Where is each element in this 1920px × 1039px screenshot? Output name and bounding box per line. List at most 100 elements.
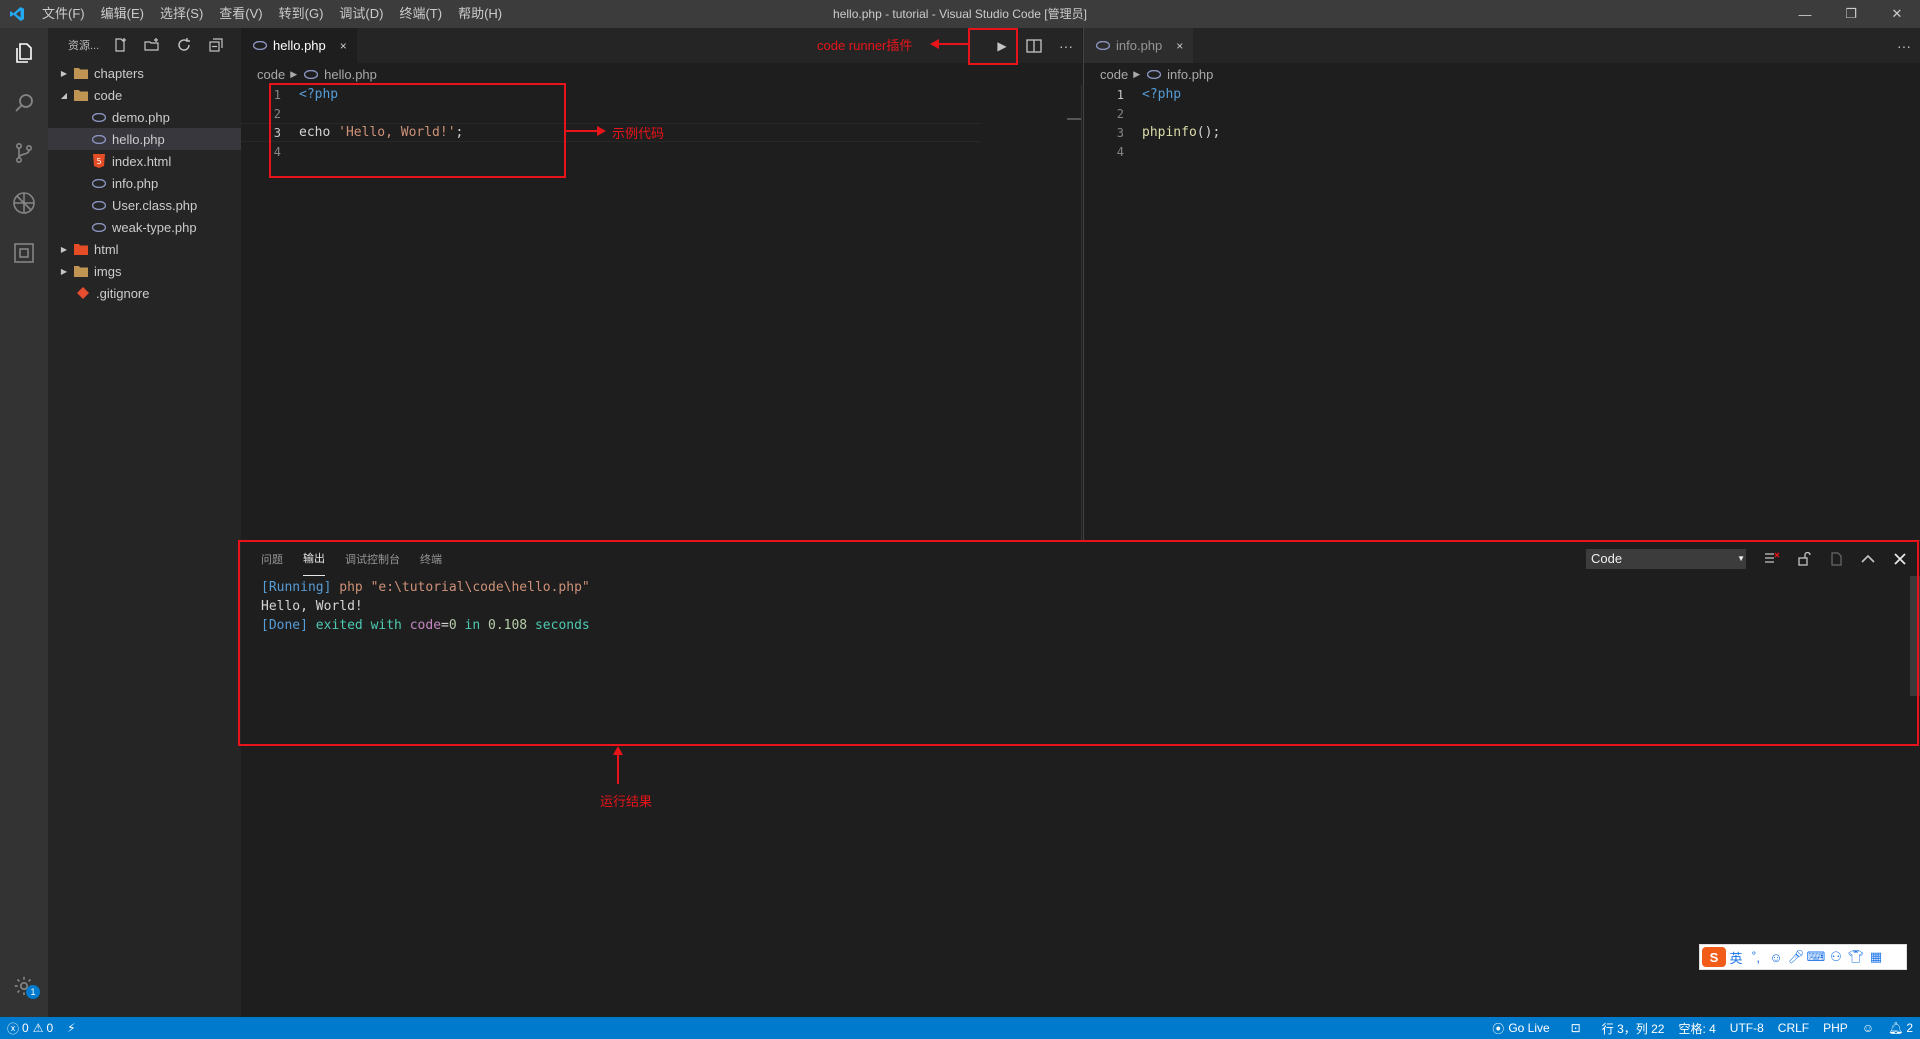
tree-file-info[interactable]: info.php <box>48 172 241 194</box>
breadcrumb-file[interactable]: info.php <box>1167 67 1213 82</box>
window-controls: — ❐ ✕ <box>1782 0 1920 28</box>
breadcrumb-folder[interactable]: code <box>257 67 285 82</box>
chevron-right-icon: ▶ <box>60 266 68 276</box>
tree-file-gitignore[interactable]: .gitignore <box>48 282 241 304</box>
annotation-arrow-right-icon <box>566 126 606 136</box>
explorer-sidebar: 资源... ▶ chapters ◢ code demo.php hello.p… <box>48 28 241 1017</box>
minimap-slider[interactable] <box>1067 118 1081 120</box>
user-icon[interactable]: ⚇ <box>1826 947 1846 967</box>
annotation-code-runner: code runner插件 <box>817 38 913 53</box>
breadcrumb-folder[interactable]: code <box>1100 67 1128 82</box>
skin-icon[interactable]: 👕︎ <box>1846 947 1866 967</box>
new-folder-icon[interactable] <box>141 34 163 56</box>
tree-file-demo[interactable]: demo.php <box>48 106 241 128</box>
menu-selection[interactable]: 选择(S) <box>152 0 211 28</box>
debug-icon[interactable] <box>0 178 48 228</box>
refresh-icon[interactable] <box>173 34 195 56</box>
encoding-status[interactable]: UTF-8 <box>1723 1017 1771 1039</box>
tree-item-label: weak-type.php <box>112 219 197 235</box>
php-file-icon <box>90 112 108 122</box>
notification-count: 2 <box>1906 1021 1913 1035</box>
annotation-box-run-button <box>968 28 1018 65</box>
lightning-icon[interactable]: ⚡ <box>60 1017 82 1039</box>
close-window-button[interactable]: ✕ <box>1874 0 1920 28</box>
menu-edit[interactable]: 编辑(E) <box>93 0 152 28</box>
tree-item-label: hello.php <box>112 131 165 147</box>
php-file-icon <box>1094 41 1112 50</box>
tree-file-user-class[interactable]: User.class.php <box>48 194 241 216</box>
line-number: 4 <box>1116 144 1124 159</box>
settings-gear-icon[interactable]: 1 <box>0 961 48 1011</box>
menu-help[interactable]: 帮助(H) <box>450 0 510 28</box>
vertical-scrollbar[interactable] <box>1081 85 1082 540</box>
more-actions-icon[interactable]: ··· <box>1888 28 1920 63</box>
tab-info-php[interactable]: info.php × <box>1084 28 1194 63</box>
line-number: 2 <box>1116 106 1124 121</box>
terminal-status-icon[interactable]: ⊡ <box>1557 1017 1595 1039</box>
extensions-icon[interactable] <box>0 228 48 278</box>
restore-button[interactable]: ❐ <box>1828 0 1874 28</box>
code-editor[interactable]: 1 <?php 2 3 phpinfo(); 4 <box>1084 85 1920 161</box>
tree-item-label: chapters <box>94 65 144 81</box>
tab-hello-php[interactable]: hello.php × <box>241 28 357 63</box>
new-file-icon[interactable] <box>109 34 131 56</box>
svg-text:5: 5 <box>96 157 101 166</box>
split-editor-icon[interactable] <box>1018 28 1050 63</box>
error-count: 0 <box>22 1021 29 1035</box>
tree-folder-imgs[interactable]: ▶ imgs <box>48 260 241 282</box>
tab-close-icon[interactable]: × <box>1176 39 1183 53</box>
go-live-button[interactable]: ⦿ Go Live <box>1485 1017 1556 1039</box>
punctuation-icon[interactable]: ˚, <box>1746 947 1766 967</box>
tab-close-icon[interactable]: × <box>340 39 347 53</box>
microphone-icon[interactable]: 🎤︎ <box>1786 947 1806 967</box>
minimize-button[interactable]: — <box>1782 0 1828 28</box>
php-file-icon <box>90 178 108 188</box>
tree-file-weak-type[interactable]: weak-type.php <box>48 216 241 238</box>
ime-language-toggle[interactable]: 英 <box>1726 947 1746 967</box>
menu-file[interactable]: 文件(F) <box>34 0 93 28</box>
php-file-icon <box>90 200 108 210</box>
menu-view[interactable]: 查看(V) <box>211 0 270 28</box>
vscode-logo-icon <box>0 0 34 28</box>
code-line: 4 <box>1084 142 1920 161</box>
php-file-icon <box>90 222 108 232</box>
tree-file-hello[interactable]: hello.php <box>48 128 241 150</box>
line-number: 3 <box>1116 125 1124 140</box>
menu-bar: 文件(F) 编辑(E) 选择(S) 查看(V) 转到(G) 调试(D) 终端(T… <box>34 0 510 28</box>
sogou-logo-icon[interactable]: S <box>1702 947 1726 967</box>
tree-folder-html[interactable]: ▶ html <box>48 238 241 260</box>
keyboard-icon[interactable]: ⌨ <box>1806 947 1826 967</box>
code-token: phpinfo <box>1142 125 1197 140</box>
php-file-icon <box>251 41 269 50</box>
tree-folder-chapters[interactable]: ▶ chapters <box>48 62 241 84</box>
collapse-all-icon[interactable] <box>205 34 227 56</box>
tab-label: info.php <box>1116 38 1163 53</box>
files-icon[interactable] <box>0 28 48 78</box>
notifications-button[interactable]: 🔔︎ 2 <box>1881 1017 1920 1039</box>
code-line: 2 <box>1084 104 1920 123</box>
more-actions-icon[interactable]: ··· <box>1050 28 1082 63</box>
indentation-status[interactable]: 空格: 4 <box>1671 1017 1722 1039</box>
menu-terminal[interactable]: 终端(T) <box>391 0 450 28</box>
language-mode[interactable]: PHP <box>1816 1017 1855 1039</box>
annotation-box-output <box>238 540 1919 746</box>
problems-status[interactable]: ⓧ 0 ⚠ 0 <box>0 1017 60 1039</box>
breadcrumb-file[interactable]: hello.php <box>324 67 377 82</box>
code-line: 3 phpinfo(); <box>1084 123 1920 142</box>
cursor-position[interactable]: 行 3，列 22 <box>1595 1017 1672 1039</box>
warning-icon: ⚠ <box>32 1021 44 1035</box>
feedback-smiley-icon[interactable]: ☺ <box>1855 1017 1881 1039</box>
eol-status[interactable]: CRLF <box>1771 1017 1816 1039</box>
code-text: <?php <box>1142 87 1182 102</box>
search-icon[interactable] <box>0 78 48 128</box>
menu-go[interactable]: 转到(G) <box>271 0 332 28</box>
tree-item-label: imgs <box>94 263 122 279</box>
emoji-icon[interactable]: ☺ <box>1766 947 1786 967</box>
annotation-arrow-up-icon <box>613 746 623 784</box>
menu-debug[interactable]: 调试(D) <box>331 0 391 28</box>
source-control-icon[interactable] <box>0 128 48 178</box>
tree-folder-code[interactable]: ◢ code <box>48 84 241 106</box>
tree-file-index[interactable]: 5 index.html <box>48 150 241 172</box>
breadcrumb: code ▶ hello.php <box>241 63 1082 85</box>
toolbox-icon[interactable]: ▦ <box>1866 947 1886 967</box>
